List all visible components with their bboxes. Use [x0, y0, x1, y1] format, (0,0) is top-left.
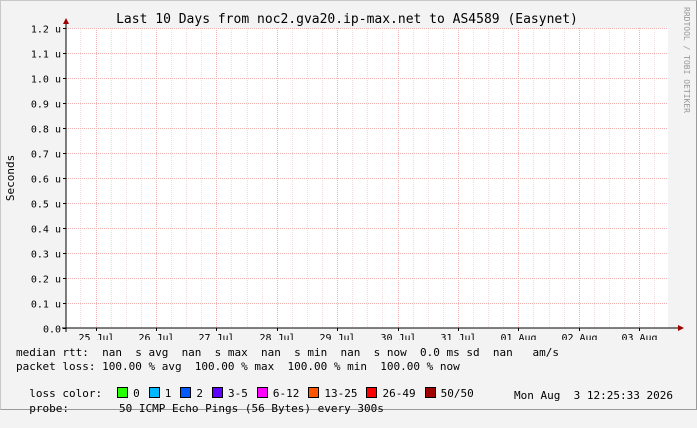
x-tick-label: 31 Jul — [440, 333, 476, 340]
y-tick-label: 0.5 u — [31, 200, 61, 211]
y-tick-label: 0.8 u — [31, 125, 61, 136]
y-axis-label: Seconds — [4, 155, 17, 201]
y-tick-label: 0.2 u — [31, 275, 61, 286]
x-tick-label: 26 Jul — [138, 333, 174, 340]
y-tick-labels: 0.0 0.1 u 0.2 u 0.3 u 0.4 u 0.5 u 0.6 u 0.7 u 0.… — [31, 25, 61, 336]
legend-packet-loss: packet loss: 100.00 % avg 100.00 % max 1… — [16, 360, 460, 373]
y-tick-label: 0.1 u — [31, 300, 61, 311]
y-tick-label: 0.3 u — [31, 250, 61, 261]
probe-label: probe: — [29, 402, 69, 415]
x-tick-label: 01 Aug — [500, 333, 536, 340]
timestamp: Mon Aug 3 12:25:33 2026 — [514, 389, 673, 402]
x-axis-arrow — [678, 325, 684, 331]
x-tick-label: 02 Aug — [561, 333, 597, 340]
chart-title: Last 10 Days from noc2.gva20.ip-max.net … — [116, 12, 578, 27]
legend-probe: probe: 50 ICMP Echo Pings (56 Bytes) ever… — [16, 389, 686, 428]
x-tick-label: 28 Jul — [259, 333, 295, 340]
watermark: RRDTOOL / TOBI OETIKER — [682, 7, 691, 113]
y-tick-label: 0.4 u — [31, 225, 61, 236]
legend-median-rtt: median rtt: nan s avg nan s max nan s mi… — [16, 346, 560, 359]
x-tick-labels: 25 Jul 26 Jul 27 Jul 28 Jul 29 Jul 30 Jul 31 J… — [78, 333, 657, 340]
y-tick-label: 0.7 u — [31, 150, 61, 161]
y-tick-label: 1.1 u — [31, 50, 61, 61]
y-tick-label: 0.6 u — [31, 175, 61, 186]
x-tick-label: 30 Jul — [380, 333, 416, 340]
x-tick-label: 25 Jul — [78, 333, 114, 340]
x-tick-label: 29 Jul — [319, 333, 355, 340]
probe-description: 50 ICMP Echo Pings (56 Bytes) every 300s — [119, 402, 384, 415]
y-axis-arrow — [63, 18, 69, 24]
y-tick-label: 0.0 — [43, 325, 61, 336]
x-tick-label: 27 Jul — [198, 333, 234, 340]
y-tick-label: 1.0 u — [31, 75, 61, 86]
x-tick-label: 03 Aug — [621, 333, 657, 340]
y-tick-label: 0.9 u — [31, 100, 61, 111]
chart: 0.0 0.1 u 0.2 u 0.3 u 0.4 u 0.5 u 0.6 u 0.7 u 0.… — [4, 7, 691, 340]
y-tick-label: 1.2 u — [31, 25, 61, 36]
